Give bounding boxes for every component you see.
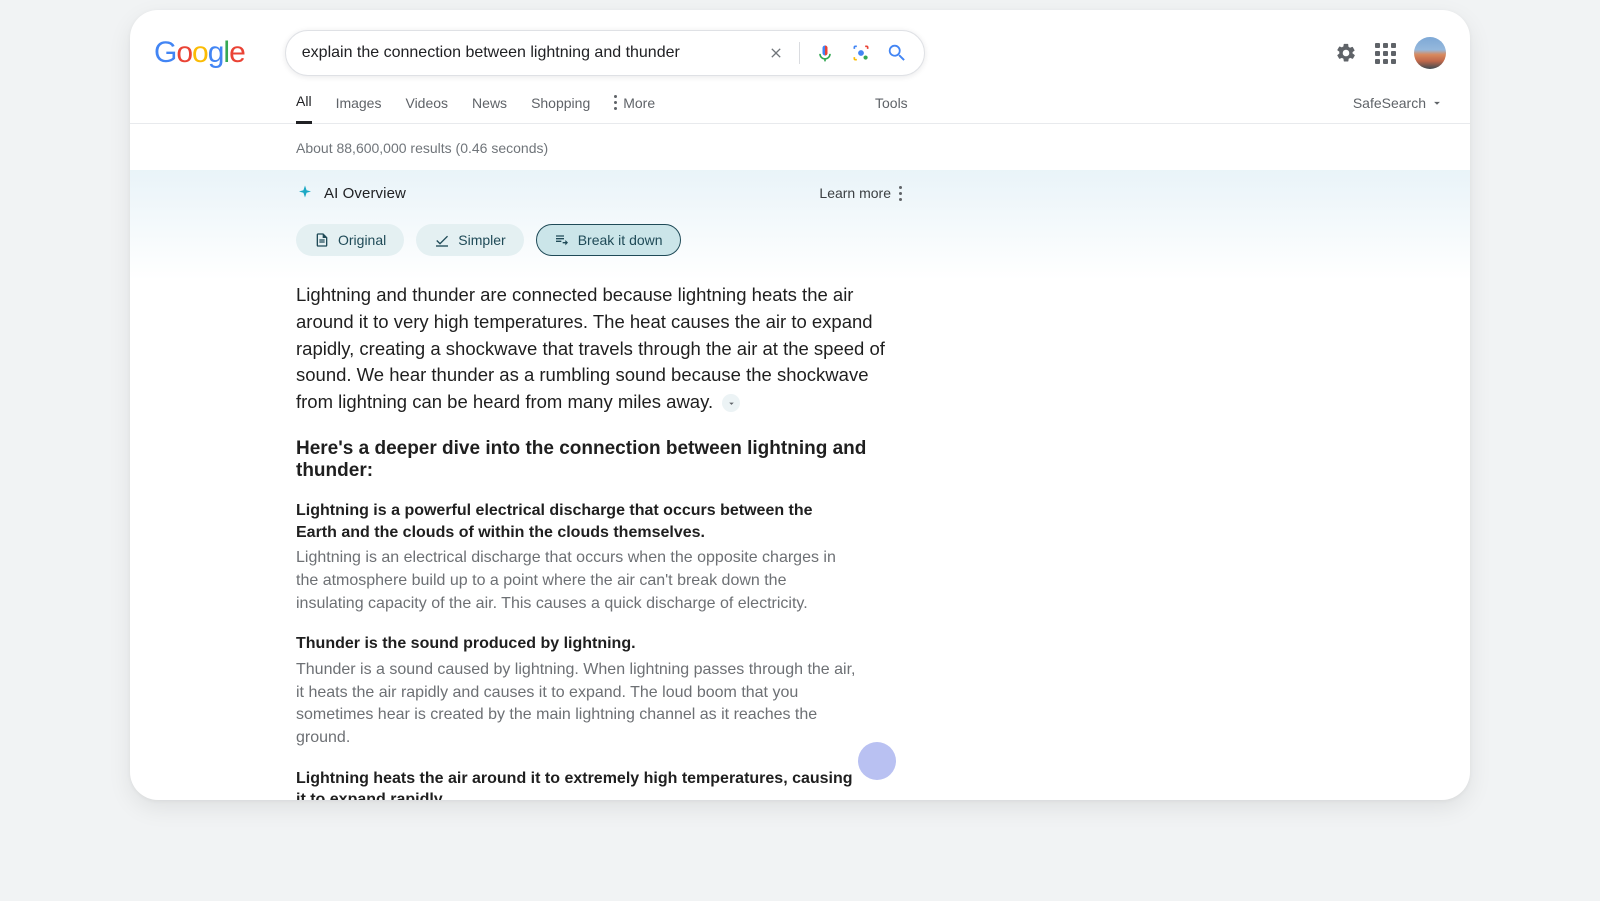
ai-summary-text: Lightning and thunder are connected beca… — [296, 284, 885, 412]
safesearch-dropdown[interactable]: SafeSearch — [1353, 95, 1444, 123]
ai-section-0-body: Lightning is an electrical discharge tha… — [296, 547, 856, 615]
search-icons — [767, 42, 908, 64]
ai-section-0-head: Lightning is a powerful electrical disch… — [296, 500, 856, 543]
tab-news[interactable]: News — [472, 95, 507, 123]
document-icon — [314, 232, 330, 248]
sparkle-icon — [296, 184, 314, 202]
result-stats: About 88,600,000 results (0.46 seconds) — [130, 124, 1470, 156]
chip-simpler[interactable]: Simpler — [416, 224, 523, 256]
browser-card: Google — [130, 10, 1470, 800]
search-box[interactable] — [285, 30, 925, 76]
ai-summary: Lightning and thunder are connected beca… — [296, 282, 908, 416]
ai-chips: Original Simpler Break it down — [296, 224, 970, 256]
learn-more-label: Learn more — [819, 185, 891, 201]
ai-header: AI Overview Learn more — [296, 184, 902, 202]
more-label: More — [623, 95, 655, 111]
more-icon — [614, 95, 617, 110]
tab-all[interactable]: All — [296, 93, 312, 124]
ai-learn-more[interactable]: Learn more — [819, 185, 902, 201]
tab-videos[interactable]: Videos — [405, 95, 448, 123]
nav-tabs: All Images Videos News Shopping More Too… — [130, 76, 1470, 124]
ai-section-2-head: Lightning heats the air around it to ext… — [296, 768, 856, 800]
safesearch-label: SafeSearch — [1353, 95, 1426, 111]
settings-icon[interactable] — [1335, 42, 1357, 64]
chevron-down-icon — [1430, 96, 1444, 110]
ai-section-0: Lightning is a powerful electrical disch… — [296, 500, 856, 615]
ai-deep-title: Here's a deeper dive into the connection… — [296, 438, 908, 482]
check-icon — [434, 232, 450, 248]
chip-break-label: Break it down — [578, 232, 663, 248]
lens-search-icon[interactable] — [850, 42, 872, 64]
tools-button[interactable]: Tools — [875, 95, 908, 123]
search-input[interactable] — [302, 44, 767, 62]
clear-icon[interactable] — [767, 44, 785, 62]
chip-original-label: Original — [338, 232, 386, 248]
tab-images[interactable]: Images — [336, 95, 382, 123]
ai-title: AI Overview — [324, 185, 406, 202]
ai-section-2: Lightning heats the air around it to ext… — [296, 768, 856, 800]
expand-summary-icon[interactable] — [722, 394, 740, 412]
divider — [799, 42, 800, 64]
topbar: Google — [130, 10, 1470, 76]
chip-original[interactable]: Original — [296, 224, 404, 256]
ai-menu-icon[interactable] — [899, 186, 902, 201]
cursor-indicator — [858, 742, 896, 780]
ai-section-1-head: Thunder is the sound produced by lightni… — [296, 633, 856, 655]
avatar[interactable] — [1414, 37, 1446, 69]
tab-shopping[interactable]: Shopping — [531, 95, 590, 123]
voice-search-icon[interactable] — [814, 42, 836, 64]
ai-section-1: Thunder is the sound produced by lightni… — [296, 633, 856, 749]
apps-icon[interactable] — [1375, 43, 1396, 64]
ai-overview-panel: AI Overview Learn more Original Simpler — [130, 170, 1470, 800]
tab-more[interactable]: More — [614, 95, 655, 123]
list-icon — [554, 232, 570, 248]
google-logo[interactable]: Google — [154, 36, 245, 70]
chip-simpler-label: Simpler — [458, 232, 505, 248]
chip-break-it-down[interactable]: Break it down — [536, 224, 681, 256]
header-right — [1335, 37, 1446, 69]
ai-section-1-body: Thunder is a sound caused by lightning. … — [296, 659, 856, 750]
search-icon[interactable] — [886, 42, 908, 64]
